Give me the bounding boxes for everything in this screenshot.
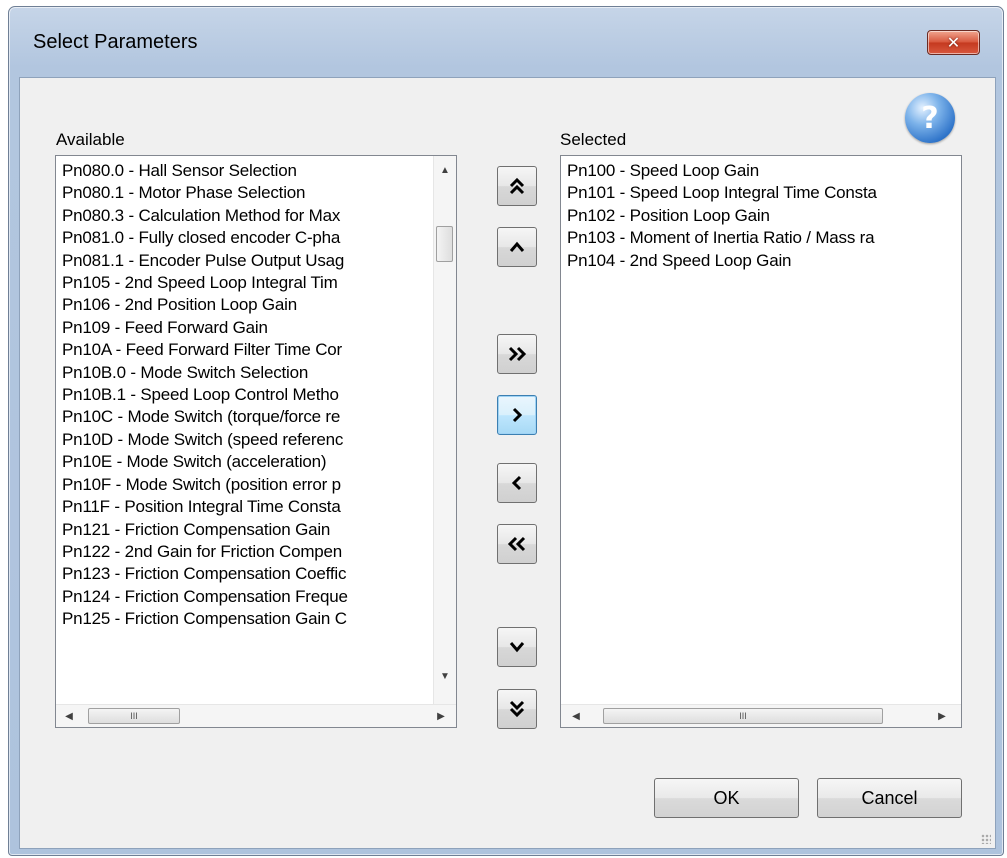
- available-items: Pn080.0 - Hall Sensor Selection Pn080.1 -…: [62, 160, 348, 631]
- scroll-up-arrow-icon[interactable]: ▲: [434, 160, 456, 180]
- cancel-button[interactable]: Cancel: [817, 778, 962, 818]
- list-item[interactable]: Pn081.0 - Fully closed encoder C-pha: [62, 227, 348, 249]
- list-item[interactable]: Pn105 - 2nd Speed Loop Integral Tim: [62, 272, 348, 294]
- selected-hscroll-thumb[interactable]: III: [603, 708, 883, 724]
- remove-all-button[interactable]: [497, 524, 537, 564]
- close-icon: ✕: [946, 33, 961, 52]
- dialog-window: Select Parameters ✕ ? Available Selected…: [8, 6, 1004, 856]
- available-vscrollbar[interactable]: ▲ ▼: [433, 156, 456, 709]
- list-item[interactable]: Pn10D - Mode Switch (speed referenc: [62, 429, 348, 451]
- dialog-title: Select Parameters: [33, 31, 198, 53]
- list-item[interactable]: Pn10C - Mode Switch (torque/force re: [62, 406, 348, 428]
- help-icon[interactable]: ?: [905, 93, 955, 143]
- list-item[interactable]: Pn103 - Moment of Inertia Ratio / Mass r…: [567, 227, 877, 249]
- add-button[interactable]: [497, 395, 537, 435]
- list-item[interactable]: Pn123 - Friction Compensation Coeffic: [62, 563, 348, 585]
- dialog-body: ? Available Selected Pn080.0 - Hall Sens…: [19, 77, 996, 849]
- selected-listbox[interactable]: Pn100 - Speed Loop Gain Pn101 - Speed Loo…: [560, 155, 962, 728]
- add-all-button[interactable]: [497, 334, 537, 374]
- selected-items: Pn100 - Speed Loop Gain Pn101 - Speed Loo…: [567, 160, 877, 272]
- move-bottom-button[interactable]: [497, 689, 537, 729]
- list-item[interactable]: Pn122 - 2nd Gain for Friction Compen: [62, 541, 348, 563]
- list-item[interactable]: Pn10F - Mode Switch (position error p: [62, 474, 348, 496]
- list-item[interactable]: Pn106 - 2nd Position Loop Gain: [62, 294, 348, 316]
- close-button[interactable]: ✕: [927, 30, 980, 55]
- available-vscroll-thumb[interactable]: [436, 226, 453, 262]
- list-item[interactable]: Pn080.3 - Calculation Method for Max: [62, 205, 348, 227]
- list-item[interactable]: Pn100 - Speed Loop Gain: [567, 160, 877, 182]
- double-chevron-left-icon: [507, 536, 526, 552]
- list-item[interactable]: Pn080.0 - Hall Sensor Selection: [62, 160, 348, 182]
- scroll-left-arrow-icon[interactable]: ◀: [58, 706, 80, 726]
- list-item[interactable]: Pn109 - Feed Forward Gain: [62, 317, 348, 339]
- list-item[interactable]: Pn10A - Feed Forward Filter Time Cor: [62, 339, 348, 361]
- double-chevron-up-icon: [509, 177, 525, 195]
- double-chevron-down-icon: [509, 700, 525, 718]
- scroll-down-arrow-icon[interactable]: ▼: [434, 666, 456, 686]
- list-item[interactable]: Pn081.1 - Encoder Pulse Output Usag: [62, 250, 348, 272]
- available-listbox[interactable]: Pn080.0 - Hall Sensor Selection Pn080.1 -…: [55, 155, 457, 728]
- move-down-button[interactable]: [497, 627, 537, 667]
- chevron-left-icon: [511, 475, 522, 491]
- move-up-button[interactable]: [497, 227, 537, 267]
- list-item[interactable]: Pn101 - Speed Loop Integral Time Consta: [567, 182, 877, 204]
- double-chevron-right-icon: [508, 346, 527, 362]
- selected-hscrollbar[interactable]: ◀ III ▶: [561, 704, 961, 727]
- list-item[interactable]: Pn125 - Friction Compensation Gain C: [62, 608, 348, 630]
- list-item[interactable]: Pn104 - 2nd Speed Loop Gain: [567, 250, 877, 272]
- available-label: Available: [56, 130, 125, 149]
- list-item[interactable]: Pn10E - Mode Switch (acceleration): [62, 451, 348, 473]
- list-item[interactable]: Pn11F - Position Integral Time Consta: [62, 496, 348, 518]
- list-item[interactable]: Pn102 - Position Loop Gain: [567, 205, 877, 227]
- list-item[interactable]: Pn121 - Friction Compensation Gain: [62, 519, 348, 541]
- list-item[interactable]: Pn124 - Friction Compensation Freque: [62, 586, 348, 608]
- chevron-up-icon: [509, 241, 525, 252]
- list-item[interactable]: Pn10B.1 - Speed Loop Control Metho: [62, 384, 348, 406]
- title-bar[interactable]: Select Parameters ✕: [9, 7, 1003, 77]
- available-hscrollbar[interactable]: ◀ III ▶: [56, 704, 456, 727]
- resize-grip-icon[interactable]: [981, 834, 991, 844]
- remove-button[interactable]: [497, 463, 537, 503]
- ok-button[interactable]: OK: [654, 778, 799, 818]
- selected-label: Selected: [560, 130, 627, 149]
- chevron-down-icon: [509, 642, 525, 653]
- chevron-right-icon: [512, 407, 523, 423]
- list-item[interactable]: Pn080.1 - Motor Phase Selection: [62, 182, 348, 204]
- scroll-right-arrow-icon[interactable]: ▶: [430, 706, 452, 726]
- scroll-left-arrow-icon[interactable]: ◀: [565, 706, 587, 726]
- list-item[interactable]: Pn10B.0 - Mode Switch Selection: [62, 362, 348, 384]
- move-top-button[interactable]: [497, 166, 537, 206]
- help-glyph: ?: [921, 100, 939, 136]
- available-hscroll-thumb[interactable]: III: [88, 708, 180, 724]
- scroll-right-arrow-icon[interactable]: ▶: [931, 706, 953, 726]
